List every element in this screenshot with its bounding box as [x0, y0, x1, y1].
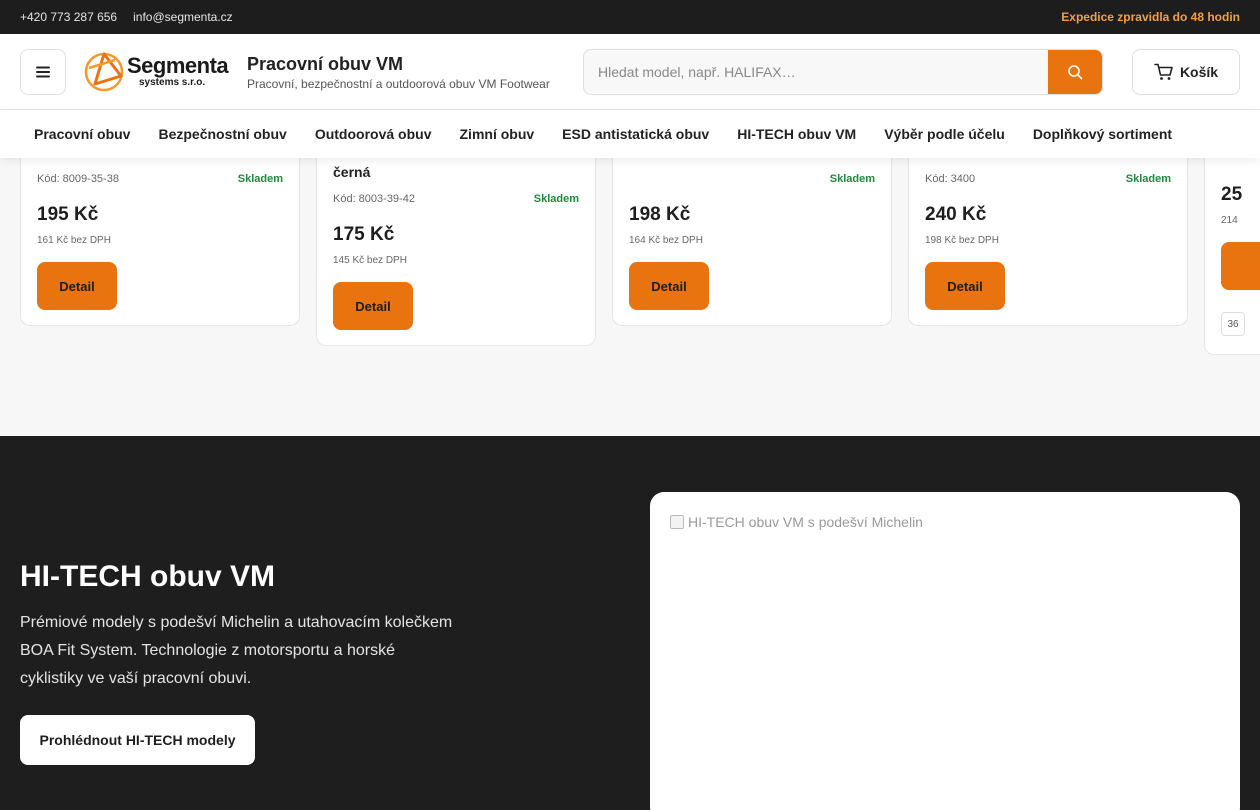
email-link[interactable]: info@segmenta.cz [133, 10, 233, 24]
nav-item-vyber[interactable]: Výběr podle účelu [870, 126, 1019, 142]
hero-title: HI-TECH obuv VM [20, 560, 275, 593]
nav-item-esd[interactable]: ESD antistatická obuv [548, 126, 723, 142]
hero-cta-button[interactable]: Prohlédnout HI-TECH modely [20, 715, 255, 765]
detail-button[interactable]: Detail [333, 282, 413, 330]
site-header: Segmenta systems s.r.o. Pracovní obuv VM… [0, 34, 1260, 110]
broken-image: HI-TECH obuv VM s podešví Michelin [670, 514, 923, 530]
nav-item-doplnkovy[interactable]: Doplňkový sortiment [1019, 126, 1186, 142]
product-card: černá Kód: 8003-39-42 Skladem 175 Kč 145… [316, 158, 596, 346]
top-bar: +420 773 287 656 info@segmenta.cz Expedi… [0, 0, 1260, 34]
product-name[interactable]: černá [333, 164, 370, 180]
logo-mark-icon [84, 52, 124, 92]
search-input[interactable] [584, 50, 1050, 94]
site-title: Pracovní obuv VM [247, 54, 404, 74]
nav-item-pracovni[interactable]: Pracovní obuv [20, 126, 144, 142]
logo-subtitle: systems s.r.o. [139, 77, 206, 88]
search-box [583, 49, 1103, 95]
hitech-hero: HI-TECH obuv VM Prémiové modely s podešv… [0, 436, 1260, 810]
product-price: 25 [1221, 184, 1243, 205]
search-icon [1068, 65, 1083, 80]
site-subtitle: Pracovní, bezpečnostní a outdoorová obuv… [247, 77, 550, 91]
stock-badge: Skladem [1125, 173, 1171, 185]
size-option[interactable]: 36 [1221, 312, 1245, 336]
broken-image-icon [670, 515, 684, 529]
phone-link[interactable]: +420 773 287 656 [20, 10, 117, 24]
menu-button[interactable] [20, 49, 66, 95]
stock-badge: Skladem [237, 173, 283, 185]
nav-item-zimni[interactable]: Zimní obuv [446, 126, 549, 142]
product-price: 240 Kč [925, 204, 987, 225]
nav-item-bezpecnostni[interactable]: Bezpečnostní obuv [144, 126, 300, 142]
shipping-notice: Expedice zpravidla do 48 hodin [1061, 10, 1240, 24]
cart-button[interactable]: Košík [1132, 49, 1240, 95]
logo-wordmark: Segmenta [127, 53, 229, 78]
stock-badge: Skladem [533, 193, 579, 205]
detail-button[interactable] [1221, 242, 1260, 290]
product-price-net: 145 Kč bez DPH [333, 255, 407, 266]
nav-item-hitech[interactable]: HI-TECH obuv VM [723, 126, 870, 142]
product-carousel: Kód: 8009-35-38 Skladem 195 Kč 161 Kč be… [0, 158, 1260, 436]
product-code: Kód: 8009-35-38 [37, 173, 119, 185]
main-nav: Pracovní obuv Bezpečnostní obuv Outdooro… [0, 110, 1260, 158]
product-code: Kód: 3400 [925, 173, 976, 185]
product-price-net: 164 Kč bez DPH [629, 235, 703, 246]
nav-item-outdoorova[interactable]: Outdoorová obuv [301, 126, 446, 142]
product-price-net: 161 Kč bez DPH [37, 235, 111, 246]
product-price: 195 Kč [37, 204, 99, 225]
product-price: 175 Kč [333, 224, 395, 245]
product-card: Kód: 3400 Skladem 240 Kč 198 Kč bez DPH … [908, 158, 1188, 326]
product-price-net: 198 Kč bez DPH [925, 235, 999, 246]
hero-image-alt: HI-TECH obuv VM s podešví Michelin [688, 514, 923, 530]
product-card: 25 214 36 [1204, 158, 1260, 355]
hero-image: HI-TECH obuv VM s podešví Michelin [650, 492, 1240, 810]
hero-text: Prémiové modely s podešví Michelin a uta… [20, 614, 453, 687]
segmenta-logo[interactable]: Segmenta systems s.r.o. [81, 50, 237, 94]
detail-button[interactable]: Detail [37, 262, 117, 310]
search-button[interactable] [1048, 50, 1102, 94]
hamburger-icon [36, 66, 50, 78]
product-card: Kód: 8009-35-38 Skladem 195 Kč 161 Kč be… [20, 158, 300, 326]
product-card: Skladem 198 Kč 164 Kč bez DPH Detail [612, 158, 892, 326]
detail-button[interactable]: Detail [925, 262, 1005, 310]
cart-label: Košík [1179, 64, 1219, 80]
cart-icon [1154, 63, 1173, 80]
detail-button[interactable]: Detail [629, 262, 709, 310]
product-price-net: 214 [1221, 215, 1238, 226]
product-code: Kód: 8003-39-42 [333, 193, 415, 205]
stock-badge: Skladem [829, 173, 875, 185]
product-price: 198 Kč [629, 204, 691, 225]
